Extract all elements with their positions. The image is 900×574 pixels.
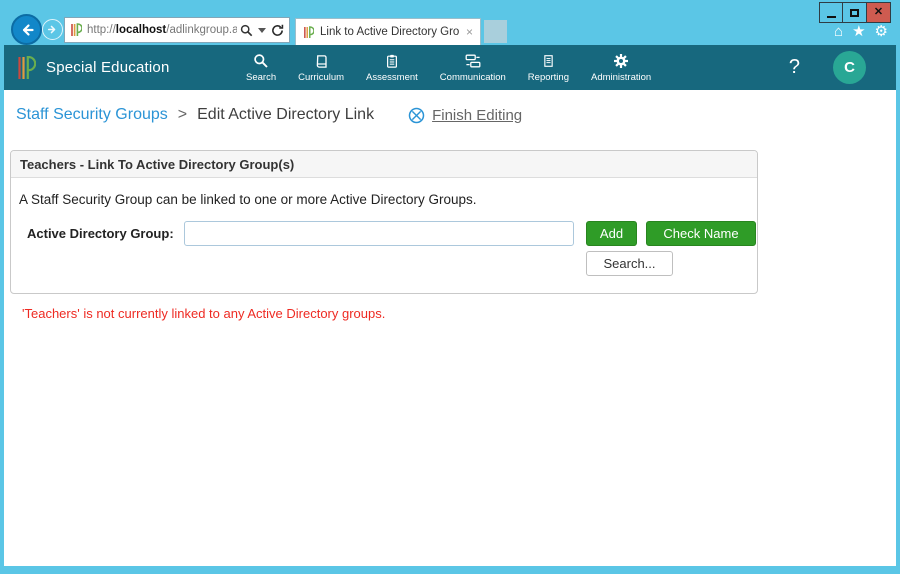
site-favicon-icon: [70, 23, 82, 37]
url-prefix: http://: [87, 24, 116, 36]
finish-editing-label: Finish Editing: [432, 107, 522, 124]
error-message: 'Teachers' is not currently linked to an…: [22, 306, 896, 321]
search-button[interactable]: Search...: [586, 251, 673, 276]
minimize-icon: [827, 16, 836, 18]
nav-item-curriculum[interactable]: Curriculum: [287, 45, 355, 90]
nav-item-reporting[interactable]: Reporting: [517, 45, 580, 90]
message-exchange-icon: [465, 53, 481, 69]
app-header: Special Education Search Curriculum: [4, 45, 896, 90]
browser-titlebar: ✕ http://localhost/adlinkgroup.aspx?p: [0, 0, 900, 45]
breadcrumb-link-staff-security-groups[interactable]: Staff Security Groups: [16, 106, 168, 124]
nav-item-assessment[interactable]: Assessment: [355, 45, 429, 90]
tab-title: Link to Active Directory Gro...: [320, 26, 460, 38]
window-controls: ✕: [819, 2, 891, 23]
header-right: ? C: [789, 51, 896, 84]
clipboard-icon: [385, 53, 399, 69]
breadcrumb-separator: >: [178, 106, 187, 124]
address-search-icon[interactable]: [240, 24, 253, 37]
check-name-button[interactable]: Check Name: [646, 221, 756, 246]
browser-tab[interactable]: Link to Active Directory Gro... ×: [295, 18, 481, 45]
add-button[interactable]: Add: [586, 221, 637, 246]
maximize-icon: [850, 9, 859, 17]
nav-label: Curriculum: [298, 72, 344, 83]
settings-gear-icon[interactable]: ⚙: [875, 24, 888, 39]
app-logo-icon: [17, 56, 36, 80]
favorites-star-icon[interactable]: ★: [852, 24, 865, 39]
new-tab-button[interactable]: [484, 20, 507, 43]
arrow-right-icon: [47, 24, 58, 35]
panel-body: A Staff Security Group can be linked to …: [11, 178, 757, 293]
tab-close-button[interactable]: ×: [466, 25, 473, 39]
page-content: Special Education Search Curriculum: [4, 45, 896, 566]
url-path: /adlinkgroup.aspx?p: [166, 24, 237, 36]
nav-label: Search: [246, 72, 276, 83]
nav-label: Communication: [440, 72, 506, 83]
ad-group-label: Active Directory Group:: [27, 226, 174, 241]
panel-title: Teachers - Link To Active Directory Grou…: [11, 151, 757, 178]
help-button[interactable]: ?: [789, 56, 800, 79]
app-title: Special Education: [46, 59, 169, 76]
nav-item-administration[interactable]: Administration: [580, 45, 662, 90]
main-content: Teachers - Link To Active Directory Grou…: [4, 150, 896, 321]
browser-window: ✕ http://localhost/adlinkgroup.aspx?p: [0, 0, 900, 574]
book-icon: [314, 53, 329, 69]
refresh-icon[interactable]: [271, 24, 284, 37]
nav-label: Reporting: [528, 72, 569, 83]
breadcrumb-current: Edit Active Directory Link: [197, 106, 374, 124]
nav-item-communication[interactable]: Communication: [429, 45, 517, 90]
circle-x-icon: [408, 107, 425, 124]
close-icon: ✕: [874, 7, 883, 18]
nav-label: Assessment: [366, 72, 418, 83]
close-button[interactable]: ✕: [867, 2, 891, 23]
browser-toolbar-icons: ⌂ ★ ⚙: [834, 24, 888, 39]
user-avatar[interactable]: C: [833, 51, 866, 84]
arrow-left-icon: [19, 22, 35, 38]
breadcrumb: Staff Security Groups > Edit Active Dire…: [4, 90, 896, 140]
address-bar-icons: [237, 24, 284, 37]
address-bar[interactable]: http://localhost/adlinkgroup.aspx?p: [64, 17, 290, 43]
url-host: localhost: [116, 24, 166, 36]
ad-link-panel: Teachers - Link To Active Directory Grou…: [10, 150, 758, 294]
main-nav: Search Curriculum Assessment: [235, 45, 662, 90]
document-icon: [542, 53, 555, 69]
gear-icon: [613, 53, 629, 69]
home-icon[interactable]: ⌂: [834, 24, 843, 39]
ad-group-form: Active Directory Group: Add Check Name S…: [19, 221, 749, 281]
finish-editing-link[interactable]: Finish Editing: [408, 107, 522, 124]
nav-label: Administration: [591, 72, 651, 83]
tab-favicon-icon: [303, 26, 314, 39]
app-brand: Special Education: [4, 56, 169, 80]
ad-group-input[interactable]: [184, 221, 574, 246]
nav-item-search[interactable]: Search: [235, 45, 287, 90]
back-button[interactable]: [11, 14, 42, 45]
url-text: http://localhost/adlinkgroup.aspx?p: [87, 24, 237, 36]
maximize-button[interactable]: [843, 2, 867, 23]
forward-button[interactable]: [42, 19, 63, 40]
autocomplete-caret-icon[interactable]: [258, 28, 266, 33]
panel-description: A Staff Security Group can be linked to …: [19, 192, 749, 207]
minimize-button[interactable]: [819, 2, 843, 23]
search-icon: [253, 53, 269, 69]
